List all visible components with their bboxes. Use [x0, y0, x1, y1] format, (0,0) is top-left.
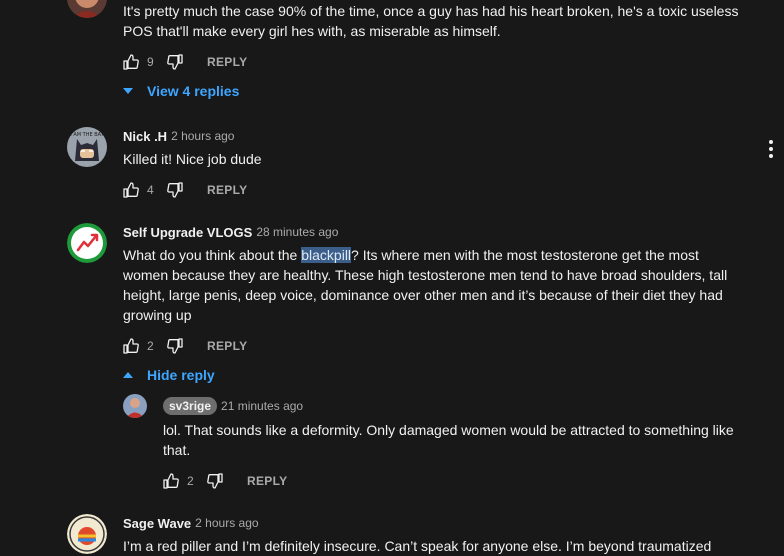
thumbs-down-icon[interactable] — [167, 54, 183, 70]
timestamp[interactable]: 28 minutes ago — [256, 225, 338, 239]
avatar[interactable] — [67, 0, 107, 18]
timestamp[interactable]: 2 hours ago — [195, 516, 258, 530]
selected-text: blackpill — [301, 247, 352, 263]
thumbs-up-icon[interactable] — [123, 182, 139, 198]
thumbs-up-icon[interactable] — [163, 473, 179, 489]
avatar[interactable] — [67, 514, 107, 554]
author-name[interactable]: Sage Wave — [123, 516, 191, 531]
thumbs-up-icon[interactable] — [123, 338, 139, 354]
thumbs-down-icon[interactable] — [167, 182, 183, 198]
caret-down-icon — [123, 88, 133, 94]
author-name[interactable]: Self Upgrade VLOGS — [123, 225, 252, 240]
comment-actions: 4 REPLY — [123, 180, 247, 200]
reply-button[interactable]: REPLY — [207, 339, 247, 353]
avatar[interactable] — [123, 394, 147, 418]
reply-button[interactable]: REPLY — [207, 55, 247, 69]
view-replies-toggle[interactable]: View 4 replies — [123, 81, 239, 101]
comment-text: lol. That sounds like a deformity. Only … — [163, 422, 734, 458]
comment-header: Sage Wave 2 hours ago — [123, 514, 259, 532]
caret-up-icon — [123, 372, 133, 378]
author-badge[interactable]: sv3rige — [163, 397, 218, 415]
hide-replies-label: Hide reply — [147, 367, 215, 383]
comment-header: Self Upgrade VLOGS 28 minutes ago — [123, 223, 338, 241]
thumbs-up-icon[interactable] — [123, 54, 139, 70]
reply-button[interactable]: REPLY — [207, 183, 247, 197]
comment-actions: 9 REPLY — [123, 52, 247, 72]
hide-replies-toggle[interactable]: Hide reply — [123, 365, 215, 385]
comment-text: It's pretty much the case 90% of the tim… — [123, 3, 739, 39]
avatar-text: I AM THE BAT — [70, 132, 104, 138]
comment-actions: 2 REPLY — [123, 336, 247, 356]
avatar[interactable]: I AM THE BAT — [67, 127, 107, 167]
like-count: 2 — [187, 474, 194, 488]
timestamp[interactable]: 2 hours ago — [171, 129, 234, 143]
comment-header: Nick .H 2 hours ago — [123, 127, 234, 145]
comment-text: I’m a red piller and I’m definitely inse… — [123, 538, 712, 554]
like-count: 9 — [147, 55, 154, 69]
thumbs-down-icon[interactable] — [167, 338, 183, 354]
comment-text: Killed it! Nice job dude — [123, 151, 262, 167]
comment-text-part: What do you think about the — [123, 247, 302, 263]
thumbs-down-icon[interactable] — [207, 473, 223, 489]
like-count: 2 — [147, 339, 154, 353]
more-vert-icon[interactable] — [769, 140, 773, 161]
timestamp[interactable]: 21 minutes ago — [221, 399, 303, 413]
like-count: 4 — [147, 183, 154, 197]
comment-actions: 2 REPLY — [163, 471, 287, 491]
comment-header: sv3rige 21 minutes ago — [163, 397, 303, 415]
reply-button[interactable]: REPLY — [247, 474, 287, 488]
comment-text: What do you think about the blackpill? I… — [123, 245, 735, 325]
author-name[interactable]: Nick .H — [123, 129, 167, 144]
view-replies-label: View 4 replies — [147, 83, 240, 99]
avatar[interactable] — [67, 223, 107, 263]
